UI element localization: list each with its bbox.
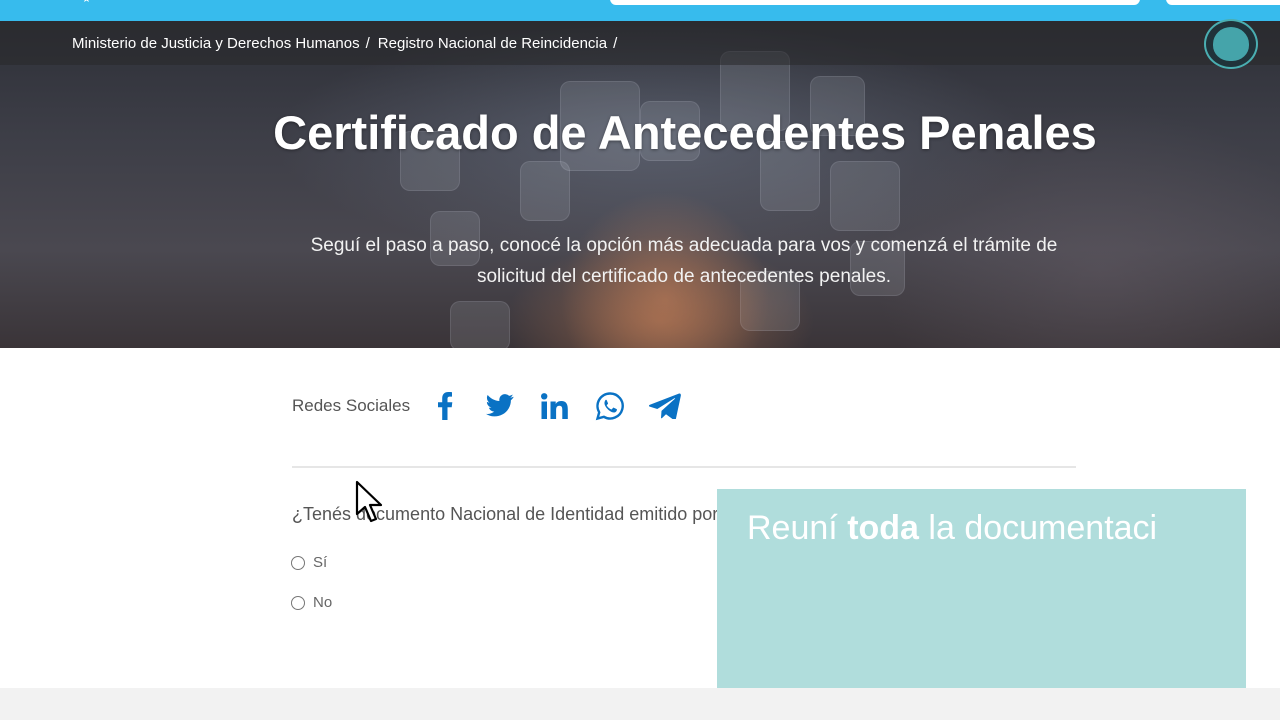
radio-option-si[interactable]: Sí (291, 554, 327, 571)
radio-button[interactable] (291, 555, 305, 570)
linkedin-icon[interactable] (538, 389, 572, 423)
whatsapp-icon[interactable] (593, 389, 627, 423)
hero-banner (0, 21, 1280, 348)
telegram-icon[interactable] (648, 389, 682, 423)
radio-label: Sí (313, 554, 328, 571)
radio-option-no[interactable]: No (291, 594, 332, 611)
breadcrumb: Ministerio de Justicia y Derechos Humano… (72, 35, 619, 52)
caption-prefix: Reuní (747, 509, 848, 547)
caption-bold: toda (847, 509, 919, 547)
video-caption-overlay: Reuní toda la documentaci (717, 489, 1246, 691)
avatar[interactable] (1204, 19, 1258, 69)
caption-text: Reuní toda la documentaci (747, 509, 1217, 548)
breadcrumb-separator: / (365, 35, 370, 52)
user-avatar-icon (1213, 27, 1249, 61)
page-title: Certificado de Antecedentes Penales (273, 106, 1097, 159)
social-label: Redes Sociales (292, 396, 411, 415)
top-navbar: ★ (0, 0, 1280, 21)
radio-button[interactable] (291, 595, 305, 610)
caption-suffix: la documentaci (918, 509, 1158, 547)
breadcrumb-item-registro[interactable]: Registro Nacional de Reincidencia (378, 35, 607, 52)
mouse-cursor-icon (355, 480, 383, 523)
star-icon: ★ (82, 0, 91, 5)
search-input[interactable] (610, 0, 1140, 5)
breadcrumb-separator: / (613, 35, 618, 52)
section-divider (292, 466, 1076, 468)
social-share: Redes Sociales (292, 386, 703, 426)
login-button[interactable] (1166, 0, 1280, 5)
page-subtitle: Seguí el paso a paso, conocé la opción m… (310, 235, 1058, 287)
footer-strip (0, 688, 1280, 720)
radio-label: No (313, 594, 333, 611)
twitter-icon[interactable] (483, 389, 517, 423)
facebook-icon[interactable] (428, 389, 462, 423)
breadcrumb-item-ministerio[interactable]: Ministerio de Justicia y Derechos Humano… (72, 35, 360, 52)
